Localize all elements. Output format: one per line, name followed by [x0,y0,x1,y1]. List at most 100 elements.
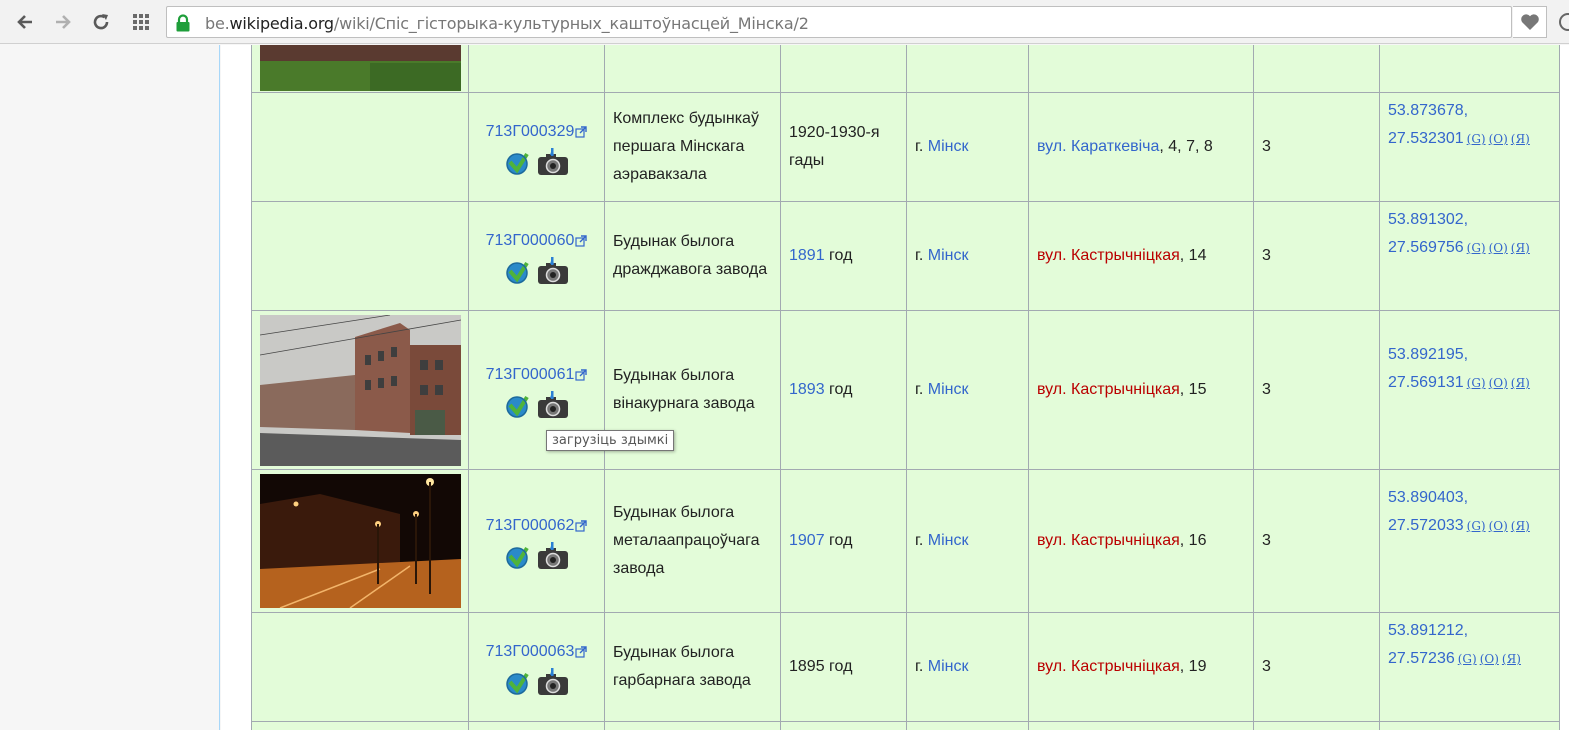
street-link[interactable]: вул. Караткевіча [1037,138,1159,155]
google-maps-link[interactable]: (G) [1467,376,1486,390]
forward-button[interactable] [49,8,77,36]
external-link-icon [575,235,588,247]
table-row: 713Г000061 Будынак былога вінакурнага за… [251,310,1560,470]
year-link[interactable]: 1893 [789,381,825,398]
latitude-link[interactable]: 53.892195, [1388,346,1468,363]
osm-link[interactable]: (O) [1480,652,1499,666]
latitude-link[interactable]: 53.891212, [1388,622,1468,639]
external-link-icon [575,126,588,138]
monument-id-link[interactable]: 713Г000060 [486,232,575,249]
category-cell: 3 [1253,92,1380,202]
table-row [251,45,1560,93]
reload-button[interactable] [87,8,115,36]
category-cell: 3 [1253,612,1380,722]
yandex-maps-link[interactable]: (Я) [1502,652,1521,666]
monument-photo[interactable] [259,314,461,466]
upload-photo-icon[interactable] [537,148,569,176]
street-link[interactable]: вул. Кастрычніцкая [1037,381,1180,398]
google-maps-link[interactable]: (G) [1458,652,1477,666]
apps-grid-icon [133,14,149,30]
longitude-link[interactable]: 27.57236 [1388,650,1455,667]
date-cell: 1895 год [780,612,907,722]
lock-icon [176,14,190,32]
upload-photo-icon[interactable] [537,668,569,696]
external-link-icon [575,646,588,658]
upload-photo-icon[interactable] [537,391,569,419]
wiki-loves-monuments-icon[interactable] [505,391,531,419]
street-link[interactable]: вул. Кастрычніцкая [1037,247,1180,264]
address-cell: вул. Кастрычніцкая, 15 [1028,310,1254,470]
year-link[interactable]: 1891 [789,247,825,264]
latitude-link[interactable]: 53.890403, [1388,489,1468,506]
wiki-loves-monuments-icon[interactable] [505,668,531,696]
address-cell: вул. Караткевіча, 4, 7, 8 [1028,92,1254,202]
longitude-link[interactable]: 27.569756 [1388,239,1464,256]
category-cell: 3 [1253,201,1380,311]
monument-id-link[interactable]: 713Г000062 [486,517,575,534]
google-maps-link[interactable]: (G) [1467,241,1486,255]
url-text[interactable]: be.wikipedia.org/wiki/Спіс_гісторыка-кул… [205,14,809,33]
upload-photo-icon[interactable] [537,257,569,285]
bookmark-button[interactable] [1513,6,1547,38]
yandex-maps-link[interactable]: (Я) [1511,241,1530,255]
menu-button[interactable] [1558,10,1569,34]
city-link[interactable]: Мінск [928,381,969,398]
monument-id-link[interactable]: 713Г000329 [486,123,575,140]
yandex-maps-link[interactable]: (Я) [1511,132,1530,146]
back-button[interactable] [11,8,39,36]
google-maps-link[interactable]: (G) [1467,132,1486,146]
city-link[interactable]: Мінск [928,247,969,264]
date-cell: 1920-1930-я гады [780,92,907,202]
reload-icon [93,14,109,30]
table-row: 713Г000062 Будынак былога металаапрацоўч… [251,469,1560,613]
city-cell: г. Мінск [906,201,1029,311]
name-cell: Комплекс будынкаў першага Мінскага аэрав… [604,92,781,202]
city-link[interactable]: Мінск [928,532,969,549]
year-link[interactable]: 1907 [789,532,825,549]
coordinates-cell: 53.891212, 27.57236 (G) (O) (Я) [1379,612,1560,722]
yandex-maps-link[interactable]: (Я) [1511,376,1530,390]
external-link-icon [575,369,588,381]
table-row: 713Г000060 Будынак былога дражджавога за… [251,201,1560,311]
longitude-link[interactable]: 27.532301 [1388,130,1464,147]
monument-photo[interactable] [259,474,461,608]
wiki-loves-monuments-icon[interactable] [505,148,531,176]
longitude-link[interactable]: 27.572033 [1388,517,1464,534]
osm-link[interactable]: (O) [1489,376,1508,390]
image-cell [251,469,469,613]
city-link[interactable]: Мінск [928,138,969,155]
id-cell: 713Г000063 [468,612,605,722]
city-cell: г. Мінск [906,92,1029,202]
name-cell: Будынак былога гарбарнага завода [604,612,781,722]
monument-id-link[interactable]: 713Г000063 [486,643,575,660]
latitude-link[interactable]: 53.891302, [1388,211,1468,228]
yandex-maps-link[interactable]: (Я) [1511,519,1530,533]
city-link[interactable]: Мінск [928,658,969,675]
id-cell: 713Г000329 [468,92,605,202]
heart-icon [1520,14,1539,30]
address-cell: вул. Кастрычніцкая, 14 [1028,201,1254,311]
address-bar[interactable]: be.wikipedia.org/wiki/Спіс_гісторыка-кул… [166,6,1512,38]
monument-id-link[interactable]: 713Г000061 [486,366,575,383]
osm-link[interactable]: (O) [1489,519,1508,533]
upload-photo-icon[interactable] [537,542,569,570]
coordinates-cell: 53.891302, 27.569756 (G) (O) (Я) [1379,201,1560,311]
osm-link[interactable]: (O) [1489,132,1508,146]
browser-toolbar: be.wikipedia.org/wiki/Спіс_гісторыка-кул… [0,0,1569,44]
city-cell: г. Мінск [906,612,1029,722]
wiki-loves-monuments-icon[interactable] [505,257,531,285]
longitude-link[interactable]: 27.569131 [1388,374,1464,391]
street-link[interactable]: вул. Кастрычніцкая [1037,532,1180,549]
google-maps-link[interactable]: (G) [1467,519,1486,533]
street-link[interactable]: вул. Кастрычніцкая [1037,658,1180,675]
osm-link[interactable]: (O) [1489,241,1508,255]
latitude-link[interactable]: 53.873678, [1388,102,1468,119]
city-cell: г. Мінск [906,469,1029,613]
name-cell: Будынак былога металаапрацоўчага завода [604,469,781,613]
address-cell: вул. Кастрычніцкая, 16 [1028,469,1254,613]
coordinates-cell: 53.873678, 27.532301 (G) (O) (Я) [1379,92,1560,202]
monument-photo[interactable] [259,45,461,91]
apps-button[interactable] [127,8,155,36]
wiki-loves-monuments-icon[interactable] [505,542,531,570]
city-cell: г. Мінск [906,310,1029,470]
